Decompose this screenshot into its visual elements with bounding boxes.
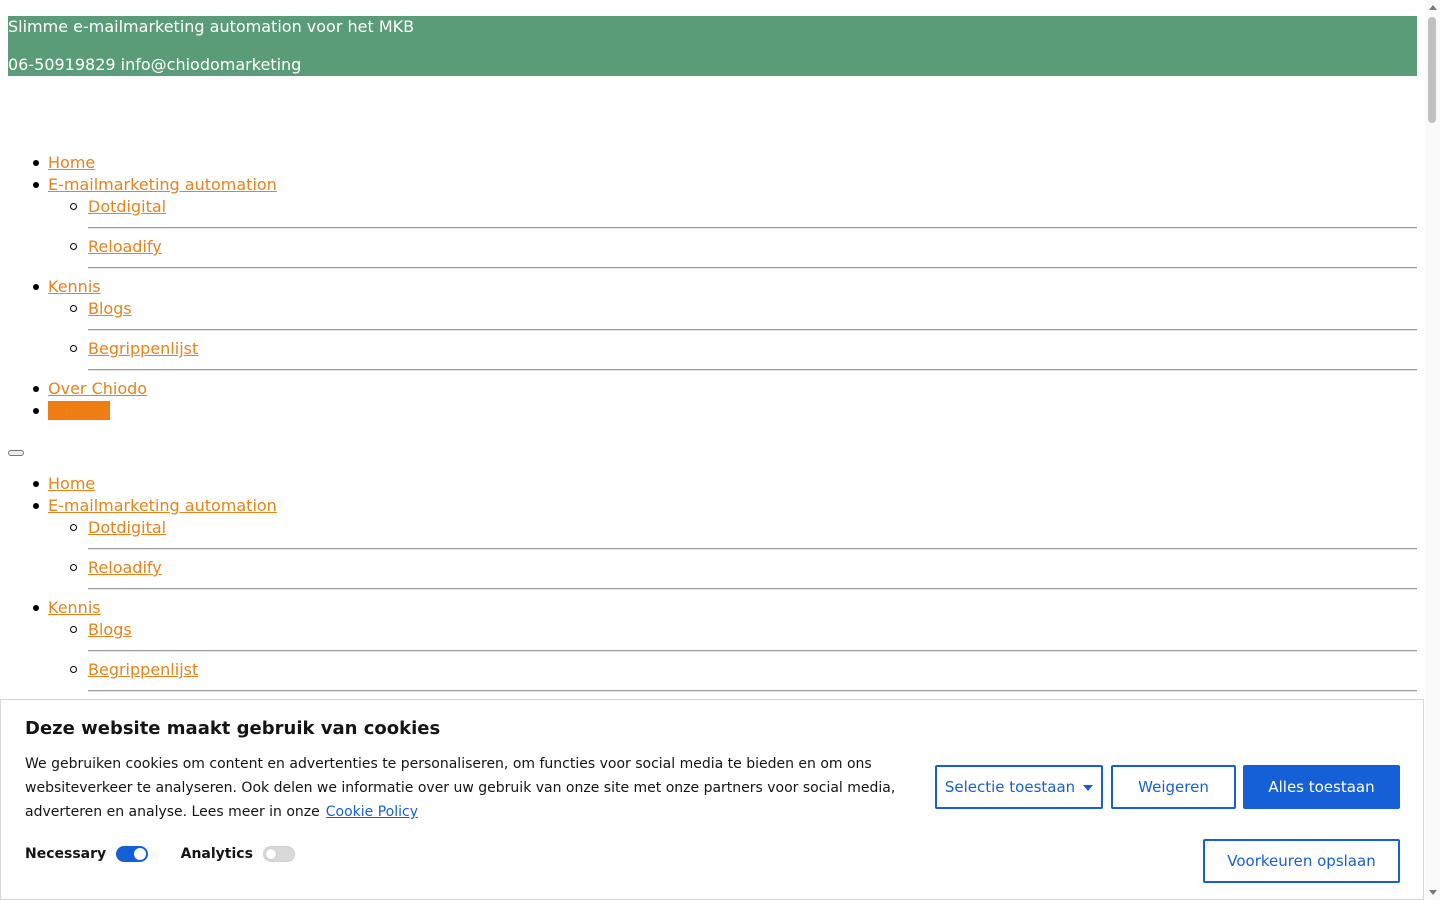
page-scrollbar[interactable]	[1425, 0, 1440, 900]
submenu-kennis: Blogs Begrippenlijst	[48, 298, 1417, 378]
cookie-description-text: We gebruiken cookies om content en adver…	[25, 756, 896, 820]
scroll-up-arrow-icon[interactable]	[1429, 5, 1437, 10]
mobile-menu-item-kennis: Kennis Blogs Begrippenlijst	[8, 597, 1417, 699]
divider	[88, 650, 1417, 652]
contact-info: 06-50919829 info@chiodomarketing	[8, 55, 302, 74]
caret-down-icon	[1083, 785, 1094, 791]
menu-item-contact: Contact	[8, 400, 1417, 422]
menu-item-email-automation: E-mailmarketing automation Dotdigital Re…	[8, 174, 1417, 276]
decline-button[interactable]: Weigeren	[1111, 765, 1236, 809]
mobile-menu-link-begrippenlijst[interactable]: Begrippenlijst	[88, 660, 198, 679]
menu-link-over[interactable]: Over Chiodo	[48, 379, 147, 398]
divider	[88, 267, 1417, 269]
submenu-item-blogs: Blogs	[48, 298, 1417, 338]
menu-link-kennis[interactable]: Kennis	[48, 277, 101, 296]
necessary-toggle-group: Necessary	[25, 846, 149, 862]
menu-item-over: Over Chiodo	[8, 378, 1417, 400]
necessary-toggle[interactable]	[116, 846, 149, 862]
divider	[88, 588, 1417, 590]
mobile-menu-link-dotdigital[interactable]: Dotdigital	[88, 518, 166, 537]
allow-all-label: Alles toestaan	[1268, 778, 1375, 796]
menu-link-home[interactable]: Home	[48, 153, 95, 172]
save-preferences-button[interactable]: Voorkeuren opslaan	[1203, 839, 1400, 883]
toggle-knob	[264, 848, 277, 860]
scroll-down-arrow-icon[interactable]	[1429, 890, 1437, 895]
save-preferences-label: Voorkeuren opslaan	[1227, 852, 1376, 870]
cookie-banner-title: Deze website maakt gebruik van cookies	[25, 718, 441, 739]
menu-link-email-automation[interactable]: E-mailmarketing automation	[48, 175, 277, 194]
divider	[88, 227, 1417, 229]
mobile-menu-link-home[interactable]: Home	[48, 474, 95, 493]
allow-all-button[interactable]: Alles toestaan	[1243, 765, 1400, 809]
mobile-menu-link-reloadify[interactable]: Reloadify	[88, 558, 162, 577]
submenu-item-dotdigital: Dotdigital	[48, 196, 1417, 236]
mobile-menu-link-email-automation[interactable]: E-mailmarketing automation	[48, 496, 277, 515]
menu-link-blogs[interactable]: Blogs	[88, 299, 132, 318]
divider	[88, 690, 1417, 692]
mobile-submenu-item-begrippenlijst: Begrippenlijst	[48, 659, 1417, 699]
mobile-menu: Home E-mailmarketing automation Dotdigit…	[8, 473, 1417, 699]
menu-item-kennis: Kennis Blogs Begrippenlijst	[8, 276, 1417, 378]
mobile-submenu-email-automation: Dotdigital Reloadify	[48, 517, 1417, 597]
mobile-menu-toggle-button[interactable]	[8, 450, 24, 456]
submenu-item-reloadify: Reloadify	[48, 236, 1417, 276]
divider	[88, 329, 1417, 331]
analytics-label: Analytics	[180, 846, 253, 862]
mobile-submenu-kennis: Blogs Begrippenlijst	[48, 619, 1417, 699]
allow-selection-label: Selectie toestaan	[944, 778, 1076, 796]
cookie-banner: Deze website maakt gebruik van cookies W…	[0, 699, 1424, 900]
top-bar: Slimme e-mailmarketing automation voor h…	[8, 16, 1417, 76]
mobile-menu-item-home: Home	[8, 473, 1417, 495]
menu-link-dotdigital[interactable]: Dotdigital	[88, 197, 166, 216]
menu-item-home: Home	[8, 152, 1417, 174]
submenu-item-begrippenlijst: Begrippenlijst	[48, 338, 1417, 378]
allow-selection-button[interactable]: Selectie toestaan	[935, 765, 1103, 809]
mobile-submenu-item-blogs: Blogs	[48, 619, 1417, 659]
cookie-description: We gebruiken cookies om content en adver…	[25, 752, 920, 824]
menu-link-contact[interactable]: Contact	[48, 401, 111, 420]
decline-label: Weigeren	[1138, 778, 1209, 796]
necessary-label: Necessary	[25, 846, 107, 862]
analytics-toggle-group: Analytics	[181, 846, 295, 862]
menu-link-reloadify[interactable]: Reloadify	[88, 237, 162, 256]
toggle-knob	[134, 848, 147, 860]
mobile-menu-link-kennis[interactable]: Kennis	[48, 598, 101, 617]
divider	[88, 369, 1417, 371]
mobile-submenu-item-reloadify: Reloadify	[48, 557, 1417, 597]
mobile-menu-item-email-automation: E-mailmarketing automation Dotdigital Re…	[8, 495, 1417, 597]
page: Slimme e-mailmarketing automation voor h…	[8, 0, 1417, 692]
mobile-menu-link-blogs[interactable]: Blogs	[88, 620, 132, 639]
tagline: Slimme e-mailmarketing automation voor h…	[8, 17, 415, 36]
cookie-toggles: Necessary Analytics	[25, 846, 323, 862]
mobile-submenu-item-dotdigital: Dotdigital	[48, 517, 1417, 557]
cookie-policy-link[interactable]: Cookie Policy	[326, 804, 418, 820]
menu-link-begrippenlijst[interactable]: Begrippenlijst	[88, 339, 198, 358]
scrollbar-thumb[interactable]	[1428, 17, 1436, 123]
main-menu: Home E-mailmarketing automation Dotdigit…	[8, 152, 1417, 422]
analytics-toggle[interactable]	[262, 846, 295, 862]
submenu-email-automation: Dotdigital Reloadify	[48, 196, 1417, 276]
divider	[88, 548, 1417, 550]
